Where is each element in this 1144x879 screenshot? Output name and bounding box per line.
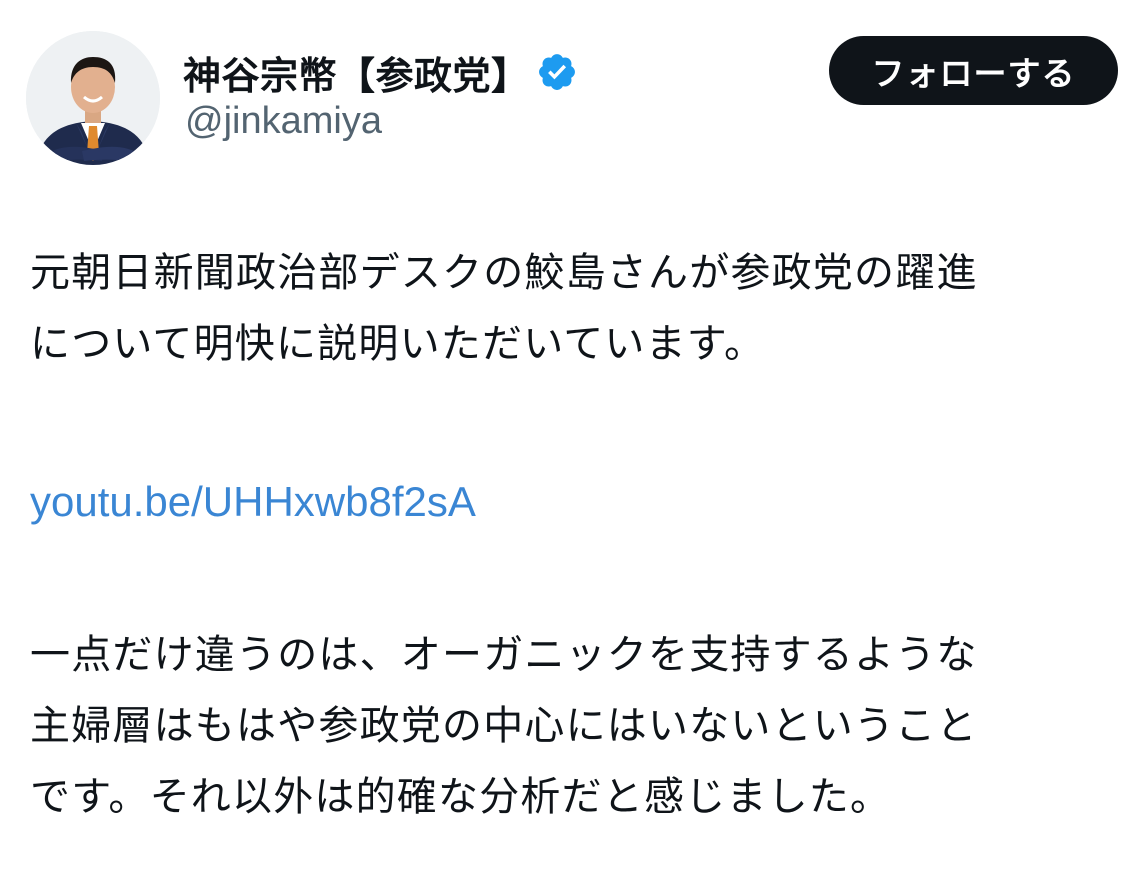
tweet-line: について明快に説明いただいています。 (30, 321, 766, 367)
youtube-link[interactable]: youtu.be/UHHxwb8f2sA (30, 466, 476, 537)
verified-badge-icon (536, 51, 578, 93)
author-handle[interactable]: @jinkamiya (185, 100, 382, 143)
display-name[interactable]: 神谷宗幣【参政党】 (183, 45, 530, 100)
tweet-line: です。それ以外は的確な分析だと感じました。 (30, 774, 892, 820)
author-name-row[interactable]: 神谷宗幣【参政党】 (183, 44, 578, 100)
tweet-line: 主婦層はもはや参政党の中心にはいないということ (30, 703, 978, 749)
tweet-line: 元朝日新聞政治部デスクの鮫島さんが参政党の躍進 (30, 250, 978, 296)
tweet-line: 一点だけ違うのは、オーガニックを支持するような (30, 632, 978, 678)
profile-photo-icon (26, 31, 160, 165)
tweet-paragraph-1: 元朝日新聞政治部デスクの鮫島さんが参政党の躍進 について明快に説明いただいていま… (30, 238, 1130, 380)
tweet-paragraph-2: 一点だけ違うのは、オーガニックを支持するような 主婦層はもはや参政党の中心にはい… (30, 620, 1130, 833)
follow-button[interactable]: フォローする (829, 36, 1118, 105)
avatar[interactable] (26, 31, 160, 165)
